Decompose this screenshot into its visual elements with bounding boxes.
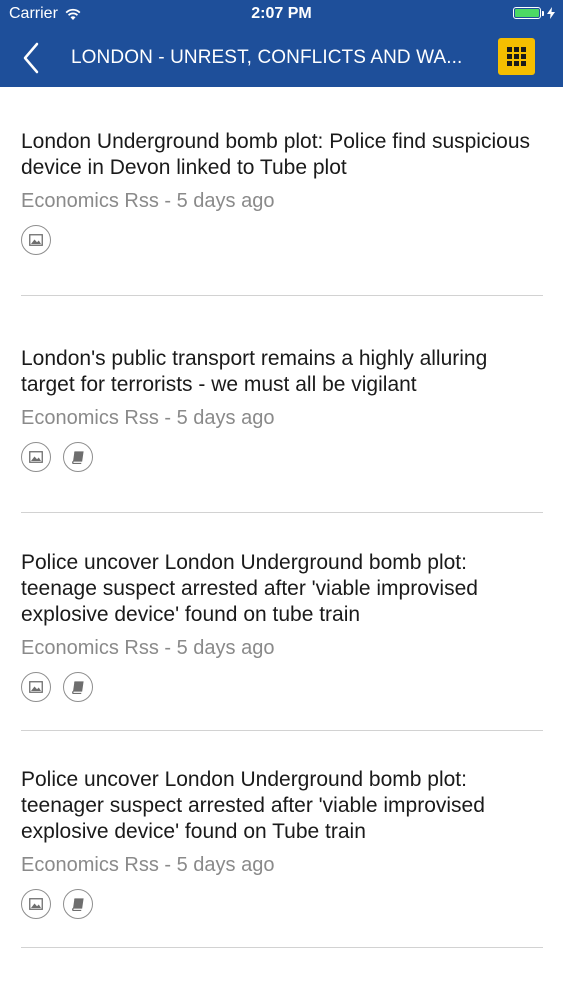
back-button[interactable] [22, 38, 58, 78]
book-glyph [72, 897, 84, 911]
article-item[interactable]: London Underground bomb plot: Police fin… [21, 129, 543, 255]
divider [21, 512, 543, 513]
article-meta: Economics Rss - 5 days ago [21, 190, 275, 212]
image-icon[interactable] [21, 672, 51, 702]
article-item[interactable]: Police uncover London Underground bomb p… [21, 550, 543, 702]
chevron-left-icon [23, 42, 39, 74]
book-glyph [72, 680, 84, 694]
charging-bolt-icon [547, 7, 555, 19]
article-icons [21, 672, 543, 702]
page-title: LONDON - UNREST, CONFLICTS AND WA... [71, 47, 463, 68]
image-icon[interactable] [21, 442, 51, 472]
article-icons [21, 442, 543, 472]
status-time: 2:07 PM [251, 5, 312, 22]
app-screen: Carrier 2:07 PM LONDON - UNREST, CONFLIC… [0, 0, 563, 1000]
nav-bar: LONDON - UNREST, CONFLICTS AND WA... [0, 34, 563, 82]
battery-tip [542, 10, 544, 16]
book-icon[interactable] [63, 889, 93, 919]
divider [21, 730, 543, 731]
status-bar: Carrier 2:07 PM [0, 0, 563, 30]
book-glyph [72, 450, 84, 464]
article-meta: Economics Rss - 5 days ago [21, 854, 275, 876]
header: Carrier 2:07 PM LONDON - UNREST, CONFLIC… [0, 0, 563, 87]
battery-level [515, 9, 539, 17]
image-icon[interactable] [21, 889, 51, 919]
article-meta: Economics Rss - 5 days ago [21, 407, 275, 429]
article-title[interactable]: Police uncover London Underground bomb p… [21, 550, 543, 628]
book-icon[interactable] [63, 672, 93, 702]
image-glyph [29, 451, 43, 463]
grid-menu-button[interactable] [498, 38, 535, 75]
battery-indicator [513, 7, 555, 19]
article-title[interactable]: Police uncover London Underground bomb p… [21, 767, 543, 845]
image-glyph [29, 681, 43, 693]
article-meta: Economics Rss - 5 days ago [21, 637, 275, 659]
image-glyph [29, 898, 43, 910]
battery-icon [513, 7, 541, 19]
article-icons [21, 225, 543, 255]
article-item[interactable]: Police uncover London Underground bomb p… [21, 767, 543, 919]
image-icon[interactable] [21, 225, 51, 255]
grid-icon [507, 47, 526, 66]
article-title[interactable]: London Underground bomb plot: Police fin… [21, 129, 543, 181]
article-icons [21, 889, 543, 919]
divider [21, 295, 543, 296]
divider [21, 947, 543, 948]
article-title[interactable]: London's public transport remains a high… [21, 346, 543, 398]
book-icon[interactable] [63, 442, 93, 472]
article-item[interactable]: London's public transport remains a high… [21, 346, 543, 472]
image-glyph [29, 234, 43, 246]
